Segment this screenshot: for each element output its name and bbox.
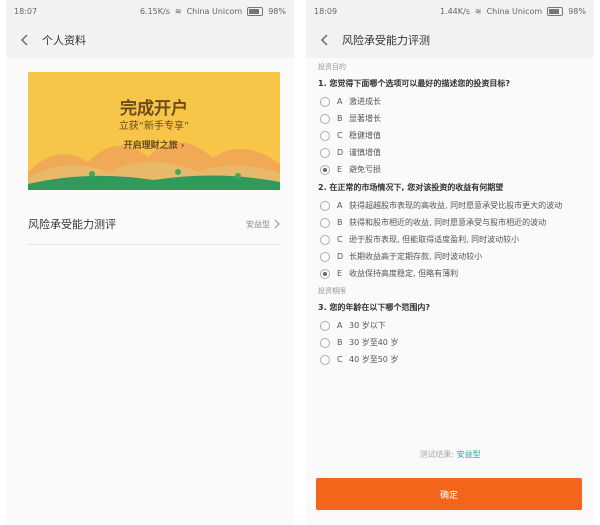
chevron-left-icon	[321, 34, 328, 46]
status-bar: 18:07 6.15K/s ≋ China Unicom 98%	[6, 0, 294, 22]
battery-level: 98%	[268, 6, 286, 16]
radio-unchecked-icon[interactable]	[320, 321, 330, 331]
option-letter: E	[337, 269, 343, 278]
profile-screen: 18:07 6.15K/s ≋ China Unicom 98% 个人资料 完成…	[6, 0, 294, 525]
test-result: 测试结果: 安益型	[306, 449, 594, 471]
answer-option[interactable]: C 稳健增值	[306, 127, 594, 144]
option-letter: A	[337, 201, 343, 210]
option-letter: B	[337, 114, 343, 123]
open-account-banner[interactable]: 完成开户 立获“新手专享” 开启理财之旅 ›	[28, 72, 280, 190]
option-text: 逊于股市表现, 但能取得适度盈利, 同时波动较小	[349, 235, 520, 244]
radio-unchecked-icon[interactable]	[320, 114, 330, 124]
title-bar: 风险承受能力评测	[306, 22, 594, 58]
wifi-icon: ≋	[474, 6, 482, 16]
profile-content: 完成开户 立获“新手专享” 开启理财之旅 › 风险承受能力测评 安益型	[6, 58, 294, 525]
network-speed: 1.44K/s	[439, 6, 470, 16]
radio-unchecked-icon[interactable]	[320, 235, 330, 245]
answer-option[interactable]: E 收益保持高度稳定, 但略有薄利	[306, 265, 594, 282]
result-label: 测试结果:	[419, 450, 455, 459]
option-text: 收益保持高度稳定, 但略有薄利	[349, 269, 459, 278]
back-button[interactable]	[316, 31, 334, 49]
question-title: 1. 您觉得下面哪个选项可以最好的描述您的投资目标?	[318, 79, 511, 88]
status-bar: 18:09 1.44K/s ≋ China Unicom 98%	[306, 0, 594, 22]
page-title: 风险承受能力评测	[342, 34, 430, 47]
answer-option[interactable]: A 激进成长	[306, 93, 594, 110]
risk-row-label: 风险承受能力测评	[28, 218, 116, 231]
carrier-name: China Unicom	[486, 6, 543, 16]
option-letter: D	[337, 148, 344, 157]
page-title: 个人资料	[42, 34, 86, 47]
question-title: 2. 在正常的市场情况下, 您对该投资的收益有何期望	[318, 183, 504, 192]
radio-unchecked-icon[interactable]	[320, 252, 330, 262]
radio-checked-icon[interactable]	[320, 269, 330, 279]
answer-option[interactable]: B 显著增长	[306, 110, 594, 127]
radio-unchecked-icon[interactable]	[320, 355, 330, 365]
radio-unchecked-icon[interactable]	[320, 148, 330, 158]
option-letter: A	[337, 321, 343, 330]
answer-option[interactable]: B 获得和股市相近的收益, 同时愿意承受与股市相近的波动	[306, 214, 594, 231]
option-text: 避免亏损	[349, 165, 381, 174]
option-text: 获得超越股市表现的高收益, 同时愿意承受比股市更大的波动	[349, 201, 563, 210]
answer-option[interactable]: A 30 岁以下	[306, 317, 594, 334]
radio-unchecked-icon[interactable]	[320, 97, 330, 107]
answer-option[interactable]: D 长期收益高于定期存款, 同时波动较小	[306, 248, 594, 265]
carrier-name: China Unicom	[186, 6, 243, 16]
option-letter: C	[337, 131, 343, 140]
option-letter: B	[337, 218, 343, 227]
answer-option[interactable]: A 获得超越股市表现的高收益, 同时愿意承受比股市更大的波动	[306, 197, 594, 214]
option-letter: A	[337, 97, 343, 106]
back-button[interactable]	[16, 31, 34, 49]
option-text: 激进成长	[349, 97, 381, 106]
network-speed: 6.15K/s	[139, 6, 170, 16]
radio-unchecked-icon[interactable]	[320, 338, 330, 348]
banner-cta: 开启理财之旅 ›	[28, 138, 280, 151]
option-text: 稳健增值	[349, 131, 381, 140]
status-time: 18:07	[14, 6, 38, 16]
radio-checked-icon[interactable]	[320, 165, 330, 175]
risk-assessment-row[interactable]: 风险承受能力测评 安益型	[28, 204, 280, 245]
chevron-right-icon: ›	[180, 141, 185, 151]
answer-option[interactable]: C 逊于股市表现, 但能取得适度盈利, 同时波动较小	[306, 231, 594, 248]
option-text: 获得和股市相近的收益, 同时愿意承受与股市相近的波动	[349, 218, 547, 227]
banner-title: 完成开户	[120, 99, 188, 119]
chevron-left-icon	[21, 34, 28, 46]
radio-unchecked-icon[interactable]	[320, 218, 330, 228]
option-text: 长期收益高于定期存款, 同时波动较小	[349, 252, 483, 261]
risk-test-screen: 18:09 1.44K/s ≋ China Unicom 98% 风险承受能力评…	[306, 0, 594, 525]
option-text: 30 岁以下	[349, 321, 386, 330]
option-text: 30 岁至40 岁	[349, 338, 399, 347]
banner-subtitle: 立获“新手专享”	[118, 121, 190, 132]
wifi-icon: ≋	[174, 6, 182, 16]
option-letter: E	[337, 165, 343, 174]
result-value: 安益型	[456, 450, 481, 459]
title-bar: 个人资料	[6, 22, 294, 58]
option-letter: B	[337, 338, 343, 347]
option-letter: C	[337, 235, 343, 244]
section-label: 投资目的	[318, 63, 346, 71]
banner-cta-label: 开启理财之旅	[123, 141, 178, 151]
battery-level: 98%	[568, 6, 586, 16]
radio-unchecked-icon[interactable]	[320, 201, 330, 211]
battery-icon	[247, 6, 264, 16]
option-text: 谨慎增值	[349, 148, 381, 157]
option-letter: D	[337, 252, 344, 261]
radio-unchecked-icon[interactable]	[320, 131, 330, 141]
risk-row-value: 安益型	[246, 219, 270, 229]
status-time: 18:09	[314, 6, 338, 16]
option-letter: C	[337, 355, 343, 364]
answer-option[interactable]: C 40 岁至50 岁	[306, 351, 594, 368]
chevron-right-icon	[274, 219, 280, 229]
confirm-button[interactable]: 确定	[316, 478, 582, 510]
section-label: 投资期限	[318, 287, 346, 295]
option-text: 40 岁至50 岁	[349, 355, 399, 364]
answer-option[interactable]: B 30 岁至40 岁	[306, 334, 594, 351]
question-title: 3. 您的年龄在以下哪个范围内?	[318, 303, 431, 312]
battery-icon	[547, 6, 564, 16]
option-text: 显著增长	[349, 114, 381, 123]
question-list: 投资目的 1. 您觉得下面哪个选项可以最好的描述您的投资目标? A 激进成长 B 显著增长…	[306, 58, 594, 368]
answer-option[interactable]: D 谨慎增值	[306, 144, 594, 161]
answer-option[interactable]: E 避免亏损	[306, 161, 594, 178]
